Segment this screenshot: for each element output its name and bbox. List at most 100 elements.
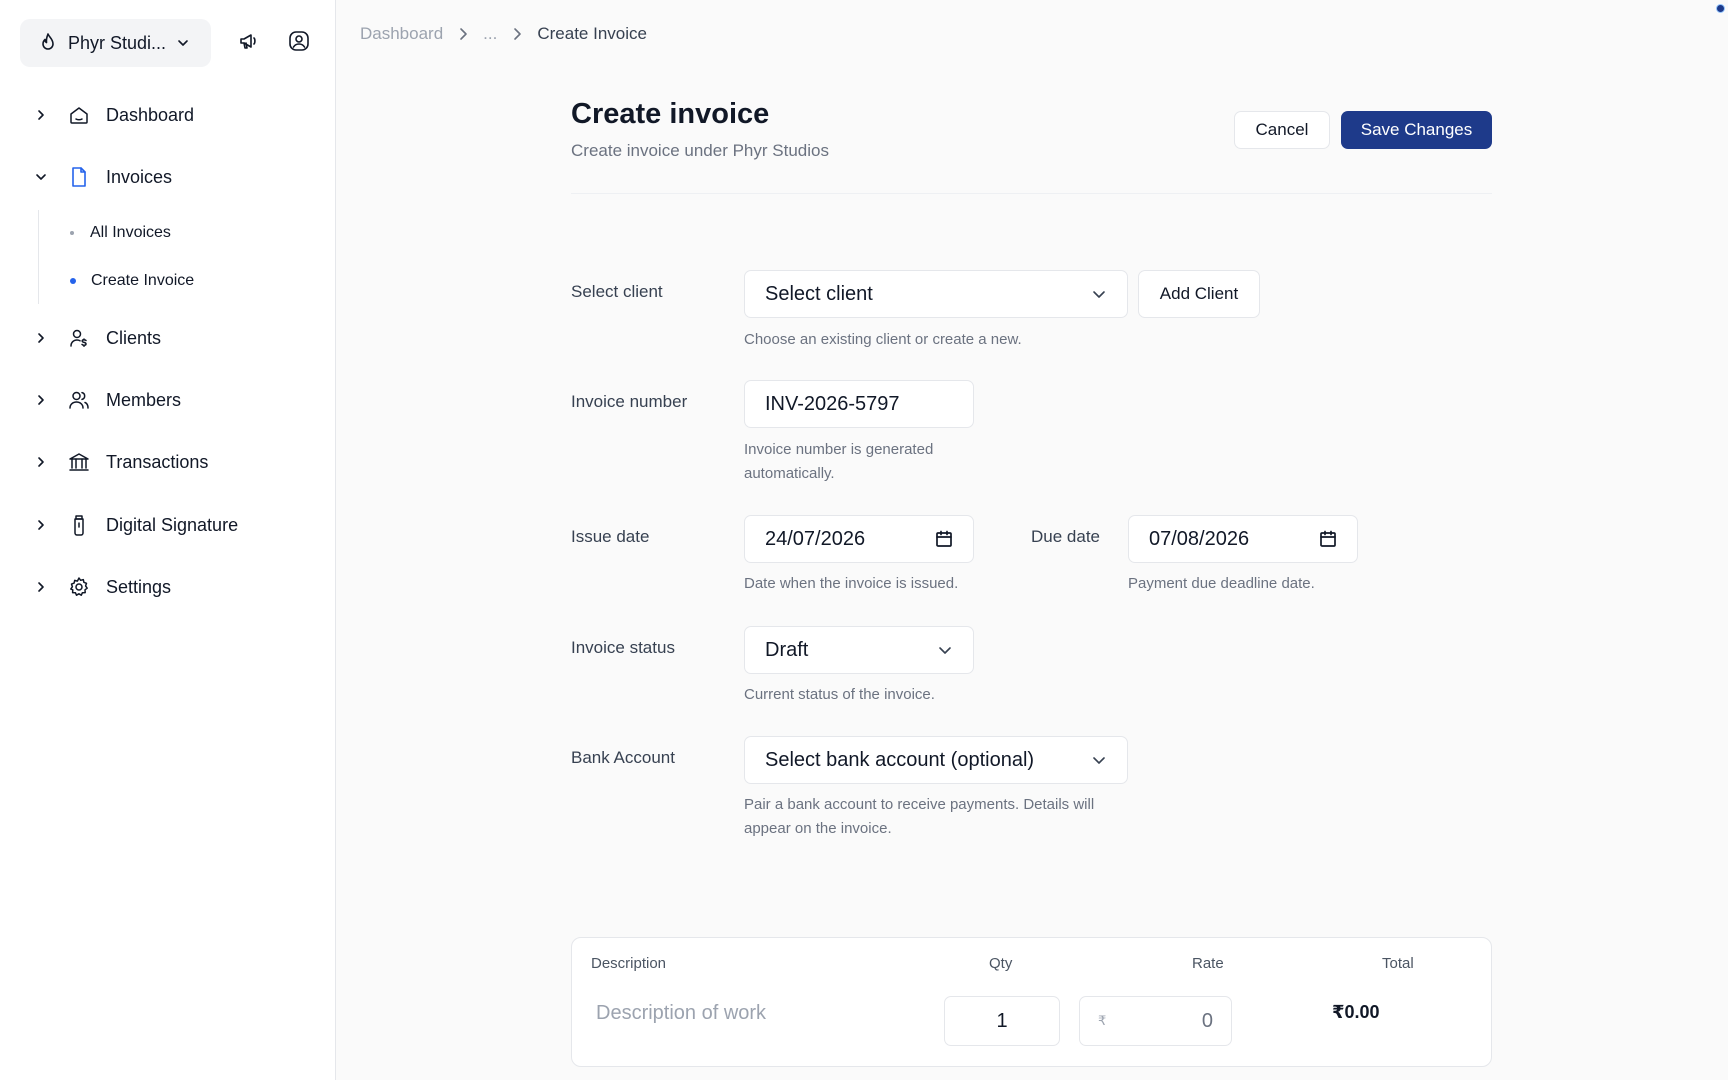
page-title: Create invoice — [571, 98, 770, 130]
org-switcher[interactable]: Phyr Studi... — [20, 19, 211, 67]
rate-input[interactable]: ₹ 0 — [1079, 996, 1232, 1046]
sidebar-subitem-label: Create Invoice — [91, 272, 195, 289]
status-dot-icon — [1716, 4, 1725, 13]
breadcrumb-ellipsis[interactable]: ... — [483, 24, 497, 44]
gear-icon — [66, 574, 92, 600]
stamp-icon — [66, 512, 92, 538]
select-client-hint: Choose an existing client or create a ne… — [744, 331, 1022, 348]
sidebar-item-invoices[interactable]: Invoices — [30, 157, 320, 197]
due-date-field[interactable]: 07/08/2026 — [1128, 515, 1358, 563]
sidebar-item-label: Clients — [106, 327, 162, 348]
submenu-line — [38, 210, 39, 304]
cancel-button[interactable]: Cancel — [1234, 111, 1330, 149]
issue-date-label: Issue date — [571, 527, 650, 546]
calendar-icon[interactable] — [935, 530, 953, 548]
bank-account-dropdown[interactable]: Select bank account (optional) — [744, 736, 1128, 784]
sidebar-item-label: Digital Signature — [106, 514, 239, 535]
sidebar-item-label: Dashboard — [106, 104, 195, 125]
chevron-right-icon — [30, 519, 52, 531]
row-total: ₹0.00 — [1332, 1002, 1380, 1022]
column-header-qty: Qty — [989, 955, 1013, 972]
bank-account-value: Select bank account (optional) — [765, 748, 1035, 771]
invoice-number-hint: Invoice number is generated automaticall… — [744, 438, 933, 486]
sidebar-item-digital-signature[interactable]: Digital Signature — [30, 505, 320, 545]
header-divider — [571, 193, 1492, 194]
chevron-right-icon — [30, 394, 52, 406]
breadcrumb-dashboard[interactable]: Dashboard — [360, 24, 443, 44]
chevron-down-icon — [937, 642, 953, 658]
user-dollar-icon — [66, 325, 92, 351]
invoice-number-label: Invoice number — [571, 392, 688, 411]
sidebar-item-transactions[interactable]: Transactions — [30, 442, 320, 482]
users-icon — [66, 387, 92, 413]
home-icon — [66, 102, 92, 128]
sidebar-item-label: Settings — [106, 576, 172, 597]
column-header-total: Total — [1382, 955, 1414, 972]
currency-symbol: ₹ — [1098, 1013, 1107, 1028]
bullet-icon — [70, 278, 76, 284]
chevron-down-icon — [176, 36, 190, 50]
chevron-right-icon — [30, 109, 52, 121]
invoice-status-dropdown[interactable]: Draft — [744, 626, 974, 674]
breadcrumb-current: Create Invoice — [537, 24, 647, 43]
hint-line: Pair a bank account to receive payments.… — [744, 796, 1095, 813]
column-header-description: Description — [591, 955, 667, 972]
chevron-right-icon — [511, 27, 523, 41]
bank-account-label: Bank Account — [571, 748, 675, 767]
qty-value: 1 — [996, 1009, 1008, 1032]
issue-date-value: 24/07/2026 — [765, 527, 866, 550]
select-client-value: Select client — [765, 282, 873, 305]
sidebar-item-dashboard[interactable]: Dashboard — [30, 95, 320, 135]
sidebar-item-label: Transactions — [106, 451, 209, 472]
chevron-right-icon — [30, 581, 52, 593]
invoice-number-field[interactable]: INV-2026-5797 — [744, 380, 974, 428]
sidebar-subitem-create-invoice[interactable]: Create Invoice — [70, 265, 194, 297]
chevron-down-icon — [30, 171, 52, 183]
page-subtitle: Create invoice under Phyr Studios — [571, 141, 829, 160]
chevron-right-icon — [30, 332, 52, 344]
sidebar-subitem-label: All Invoices — [90, 224, 171, 241]
select-client-label: Select client — [571, 282, 663, 301]
sidebar: Phyr Studi... Dashboard Invoices All Inv… — [0, 0, 336, 1080]
column-header-rate: Rate — [1192, 955, 1224, 972]
calendar-icon[interactable] — [1319, 530, 1337, 548]
bank-account-hint: Pair a bank account to receive payments.… — [744, 793, 1094, 841]
sidebar-item-label: Invoices — [106, 166, 173, 187]
save-changes-button[interactable]: Save Changes — [1341, 111, 1492, 149]
chevron-right-icon — [457, 27, 469, 41]
chevron-down-icon — [1091, 752, 1107, 768]
chevron-right-icon — [30, 456, 52, 468]
issue-date-hint: Date when the invoice is issued. — [744, 575, 959, 592]
due-date-value: 07/08/2026 — [1149, 527, 1250, 550]
qty-input[interactable]: 1 — [944, 996, 1060, 1046]
chevron-down-icon — [1091, 286, 1107, 302]
sidebar-subitem-all-invoices[interactable]: All Invoices — [70, 217, 171, 249]
user-circle-icon[interactable] — [286, 28, 312, 54]
due-date-label: Due date — [1031, 527, 1100, 546]
sidebar-item-settings[interactable]: Settings — [30, 567, 320, 607]
rate-value: 0 — [1201, 1009, 1213, 1032]
line-items-table: Description Qty Rate Total Description o… — [571, 937, 1492, 1067]
hint-line: appear on the invoice. — [744, 820, 892, 837]
sidebar-item-label: Members — [106, 389, 182, 410]
bank-icon — [66, 449, 92, 475]
invoice-number-value: INV-2026-5797 — [765, 392, 900, 415]
issue-date-field[interactable]: 24/07/2026 — [744, 515, 974, 563]
due-date-hint: Payment due deadline date. — [1128, 575, 1315, 592]
description-input[interactable]: Description of work — [596, 1002, 766, 1025]
invoice-status-hint: Current status of the invoice. — [744, 686, 935, 703]
hint-line: automatically. — [744, 465, 835, 482]
org-name: Phyr Studi... — [68, 32, 167, 53]
flame-icon — [38, 32, 58, 54]
hint-line: Invoice number is generated — [744, 441, 934, 458]
document-icon — [66, 164, 92, 190]
select-client-dropdown[interactable]: Select client — [744, 270, 1128, 318]
sidebar-item-clients[interactable]: Clients — [30, 318, 320, 358]
invoice-status-label: Invoice status — [571, 638, 675, 657]
bullet-icon — [70, 231, 74, 235]
megaphone-icon[interactable] — [236, 28, 262, 54]
breadcrumb: Dashboard ... Create Invoice — [360, 24, 647, 44]
sidebar-item-members[interactable]: Members — [30, 380, 320, 420]
add-client-button[interactable]: Add Client — [1138, 270, 1260, 318]
invoice-status-value: Draft — [765, 638, 809, 661]
